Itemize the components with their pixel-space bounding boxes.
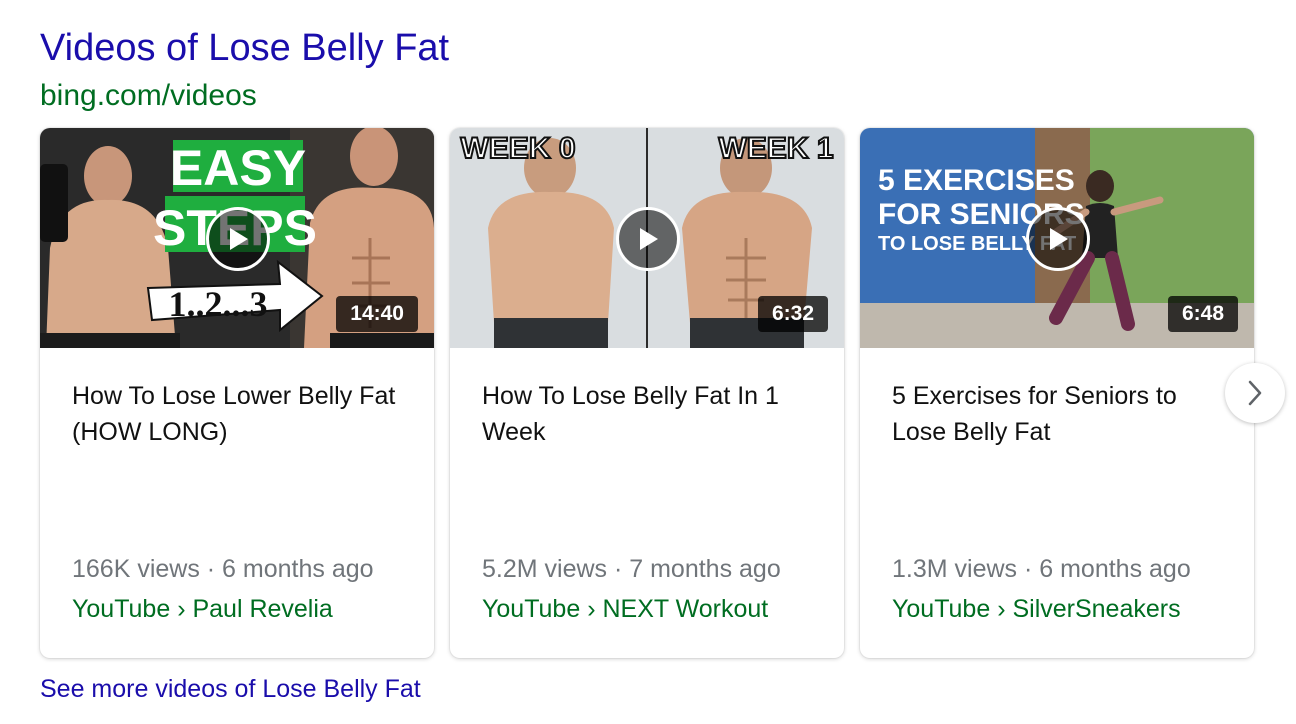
video-title[interactable]: How To Lose Lower Belly Fat (HOW LONG) [72, 378, 402, 450]
see-more-videos-link[interactable]: See more videos of Lose Belly Fat [40, 672, 421, 706]
video-card-3[interactable]: 5 EXERCISES FOR SENIORS TO LOSE BELLY FA… [860, 128, 1254, 658]
thumbnail-caption: 5 EXERCISES [878, 164, 1075, 197]
thumbnail-caption: 1..2...3 [169, 284, 268, 324]
thumbnail-caption: WEEK 1 [718, 132, 833, 165]
video-meta: 166K views · 6 months ago [72, 555, 374, 583]
video-duration: 6:32 [757, 296, 828, 332]
thumbnail-caption: EASY [170, 140, 306, 196]
video-duration: 6:48 [1167, 296, 1238, 332]
video-source[interactable]: YouTube › Paul Revelia [72, 593, 333, 625]
video-title[interactable]: 5 Exercises for Seniors to Lose Belly Fa… [892, 378, 1222, 450]
video-card-2[interactable]: WEEK 0 WEEK 1 6:32 How To Lose Belly Fat… [450, 128, 844, 658]
source-url: bing.com/videos [40, 79, 257, 112]
video-thumbnail[interactable]: EASY STEPS 1..2...3 14:40 [40, 128, 434, 348]
chevron-right-icon [1248, 380, 1262, 406]
video-title[interactable]: How To Lose Belly Fat In 1 Week [482, 378, 812, 450]
thumbnail-caption: WEEK 0 [460, 132, 575, 165]
play-icon[interactable] [1026, 207, 1090, 271]
video-thumbnail[interactable]: WEEK 0 WEEK 1 6:32 [450, 128, 844, 348]
play-icon[interactable] [206, 207, 270, 271]
video-card-1[interactable]: EASY STEPS 1..2...3 14:40 How To Lose Lo… [40, 128, 434, 658]
play-icon[interactable] [616, 207, 680, 271]
section-title-link[interactable]: Videos of Lose Belly Fat [40, 26, 449, 70]
video-source[interactable]: YouTube › SilverSneakers [892, 593, 1181, 625]
video-source[interactable]: YouTube › NEXT Workout [482, 593, 768, 625]
video-meta: 5.2M views · 7 months ago [482, 555, 781, 583]
video-meta: 1.3M views · 6 months ago [892, 555, 1191, 583]
video-duration: 14:40 [336, 296, 418, 332]
carousel-next-button[interactable] [1225, 363, 1285, 423]
video-thumbnail[interactable]: 5 EXERCISES FOR SENIORS TO LOSE BELLY FA… [860, 128, 1254, 348]
